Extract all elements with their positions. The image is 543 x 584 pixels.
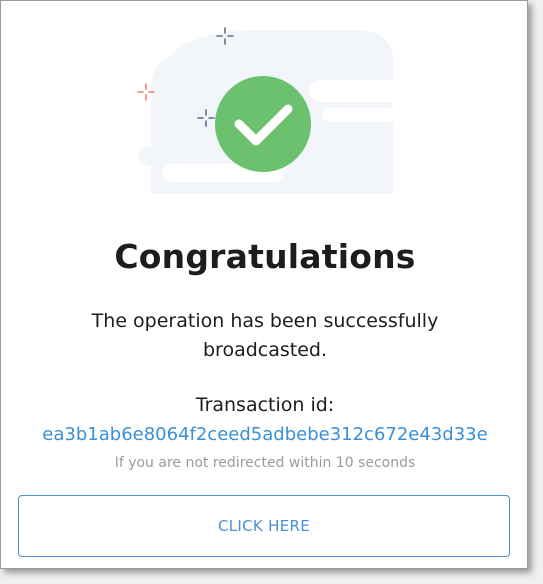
click-here-button[interactable]: CLICK HERE (18, 495, 510, 557)
redirect-note: If you are not redirected within 10 seco… (114, 455, 416, 471)
transaction-id-label: Transaction id: (195, 394, 335, 416)
cloud-bar (309, 80, 401, 102)
checkmark-circle-icon (215, 76, 311, 172)
transaction-id-link[interactable]: ea3b1ab6e8064f2ceed5adbebe312c672e43d33e (1, 424, 529, 445)
success-illustration (137, 27, 401, 194)
dialog-title: Congratulations (114, 237, 416, 276)
success-message: The operation has been successfully broa… (91, 310, 439, 361)
cloud-bar (323, 108, 401, 122)
success-dialog: Congratulations The operation has been s… (0, 0, 528, 569)
